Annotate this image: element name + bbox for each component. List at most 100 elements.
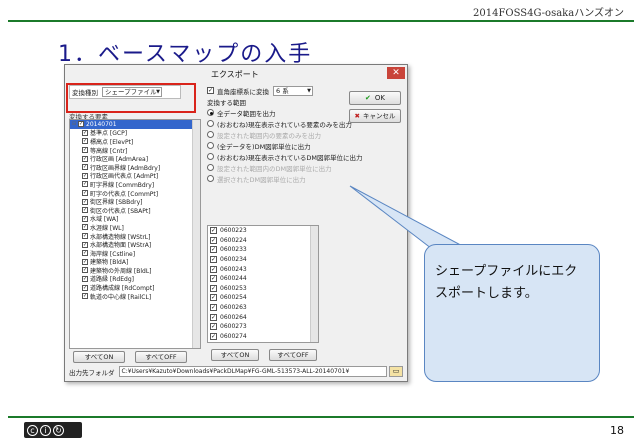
layer-checkbox[interactable]: ✓: [82, 155, 88, 162]
layer-item[interactable]: ✓ 水域 [WA]: [70, 215, 200, 223]
layer-checkbox[interactable]: ✓: [82, 147, 88, 154]
layer-item[interactable]: ✓ 水部構造物面 [WStrA]: [70, 240, 200, 249]
coord-checkbox[interactable]: ✓: [207, 87, 214, 94]
mesh-item[interactable]: ✓ 0600263: [208, 303, 318, 313]
layer-checkbox[interactable]: ✓: [82, 224, 88, 231]
mesh-item[interactable]: ✓ 0600223: [208, 226, 318, 236]
mesh-item[interactable]: ✓ 0600264: [208, 312, 318, 322]
mesh-checkbox[interactable]: ✓: [210, 265, 217, 273]
mesh-checkbox[interactable]: ✓: [210, 227, 217, 235]
range-option-label: 設定された範囲内の要素のみを出力: [217, 131, 321, 140]
layer-checkbox[interactable]: ✓: [82, 241, 88, 248]
layer-checkbox[interactable]: ✓: [82, 258, 88, 265]
layer-checkbox[interactable]: ✓: [82, 138, 88, 145]
layer-checkbox[interactable]: ✓: [78, 121, 84, 128]
mesh-list[interactable]: ✓ 0600223 ✓ 0600224 ✓ 0600233 ✓ 0600234 ✓ 0600243…: [207, 225, 319, 343]
radio-button[interactable]: [207, 164, 214, 171]
mesh-item[interactable]: ✓ 0600273: [208, 322, 318, 332]
layer-item[interactable]: ✓ 等高線 [Cntr]: [70, 146, 200, 155]
mesh-checkbox[interactable]: ✓: [210, 313, 217, 321]
mesh-checkbox[interactable]: ✓: [210, 256, 217, 264]
deselect-all-layers-button[interactable]: すべてOFF: [135, 351, 187, 363]
mesh-checkbox[interactable]: ✓: [210, 294, 217, 302]
mesh-checkbox[interactable]: ✓: [210, 284, 217, 292]
mesh-item[interactable]: ✓ 0600274: [208, 332, 318, 342]
select-all-mesh-button[interactable]: すべてON: [211, 349, 259, 361]
ok-button[interactable]: ✔ OK: [349, 91, 401, 105]
select-all-layers-button[interactable]: すべてON: [73, 351, 125, 363]
mesh-label: 0600263: [220, 304, 247, 312]
mesh-checkbox[interactable]: ✓: [210, 332, 217, 340]
mesh-checkbox[interactable]: ✓: [210, 323, 217, 331]
layer-item[interactable]: ✓ 行政区画代表点 [AdmPt]: [70, 172, 200, 180]
layer-checkbox[interactable]: ✓: [82, 164, 88, 171]
layer-item[interactable]: ✓ 町字の代表点 [CommPt]: [70, 189, 200, 198]
close-icon[interactable]: ✕: [387, 67, 405, 79]
layer-checkbox[interactable]: ✓: [82, 190, 88, 197]
layer-item[interactable]: ✓ 水涯線 [WL]: [70, 223, 200, 232]
mesh-item[interactable]: ✓ 0600233: [208, 245, 318, 255]
mesh-item[interactable]: ✓ 0600224: [208, 236, 318, 246]
layer-item[interactable]: ✓ 建築物 [BldA]: [70, 258, 200, 266]
layer-item[interactable]: ✓ 街区の代表点 [SBAPt]: [70, 206, 200, 215]
output-folder-field[interactable]: C:¥Users¥Kazuto¥Downloads¥PackDLMap¥FG-G…: [118, 366, 387, 377]
layer-item[interactable]: ✓ 水部構造物線 [WStrL]: [70, 232, 200, 241]
range-option[interactable]: 設定された範囲内のDM図郭単位に出力: [207, 162, 403, 173]
mesh-label: 0600274: [220, 332, 247, 340]
layer-scrollbar[interactable]: [192, 120, 200, 348]
layer-item[interactable]: ✓ 海岸線 [Cstline]: [70, 249, 200, 258]
range-option[interactable]: 設定された範囲内の要素のみを出力: [207, 129, 403, 140]
layer-item[interactable]: ⊟ ✓ 20140701: [70, 120, 200, 129]
cancel-button[interactable]: ✖ キャンセル: [349, 109, 401, 123]
range-option[interactable]: 選択されたDM図郭単位に出力: [207, 173, 403, 184]
layer-item[interactable]: ✓ 基準点 [GCP]: [70, 129, 200, 137]
layer-checkbox[interactable]: ✓: [82, 198, 88, 205]
layer-checkbox[interactable]: ✓: [82, 129, 88, 136]
mesh-scrollbar[interactable]: [310, 226, 318, 342]
layer-item[interactable]: ✓ 町字界線 [CommBdry]: [70, 180, 200, 189]
layer-checkbox[interactable]: ✓: [82, 181, 88, 188]
layer-item[interactable]: ✓ 道路構成線 [RdCompt]: [70, 283, 200, 292]
coord-system-select[interactable]: 6 系: [273, 85, 313, 96]
layer-checkbox[interactable]: ✓: [82, 207, 88, 214]
layer-checkbox[interactable]: ✓: [82, 267, 88, 274]
layer-item[interactable]: ✓ 道路縁 [RdEdg]: [70, 275, 200, 283]
mesh-item[interactable]: ✓ 0600254: [208, 293, 318, 303]
mesh-item[interactable]: ✓ 0600244: [208, 274, 318, 284]
by-icon: i: [40, 424, 51, 436]
page-number: 18: [610, 424, 624, 437]
range-option[interactable]: (全データを)DM図郭単位に出力: [207, 140, 403, 151]
mesh-item[interactable]: ✓ 0600234: [208, 255, 318, 265]
layer-item[interactable]: ✓ 街区界線 [SBBdry]: [70, 197, 200, 206]
layer-item[interactable]: ✓ 行政区画 [AdmArea]: [70, 154, 200, 163]
layer-item[interactable]: ✓ 軌道の中心線 [RailCL]: [70, 292, 200, 301]
radio-button[interactable]: [207, 120, 214, 127]
mesh-item[interactable]: ✓ 0600253: [208, 284, 318, 294]
layer-tree[interactable]: ⊟ ✓ 20140701 ✓ 基準点 [GCP] ✓ 標高点 [ElevPt] ✓ 等高線 [C…: [69, 119, 201, 349]
mesh-checkbox[interactable]: ✓: [210, 304, 217, 312]
range-option[interactable]: (おおむね)現在表示されているDM図郭単位に出力: [207, 151, 403, 162]
deselect-all-mesh-button[interactable]: すべてOFF: [269, 349, 317, 361]
event-header: 2014FOSS4G-osakaハンズオン: [473, 8, 624, 19]
layer-checkbox[interactable]: ✓: [82, 215, 88, 222]
radio-button[interactable]: [207, 109, 214, 116]
radio-button[interactable]: [207, 142, 214, 149]
layer-checkbox[interactable]: ✓: [82, 275, 88, 282]
radio-button[interactable]: [207, 153, 214, 160]
layer-checkbox[interactable]: ✓: [82, 250, 88, 257]
layer-item[interactable]: ✓ 標高点 [ElevPt]: [70, 137, 200, 146]
layer-checkbox[interactable]: ✓: [82, 172, 88, 179]
layer-checkbox[interactable]: ✓: [82, 233, 88, 240]
radio-button[interactable]: [207, 131, 214, 138]
layer-item[interactable]: ✓ 建築物の外周線 [BldL]: [70, 266, 200, 275]
mesh-checkbox[interactable]: ✓: [210, 246, 217, 254]
mesh-checkbox[interactable]: ✓: [210, 236, 217, 244]
mesh-item[interactable]: ✓ 0600243: [208, 264, 318, 274]
folder-icon[interactable]: ▭: [389, 366, 403, 377]
layer-item[interactable]: ✓ 行政区画界線 [AdmBdry]: [70, 163, 200, 172]
radio-button[interactable]: [207, 175, 214, 182]
layer-label: 20140701: [86, 120, 117, 128]
layer-checkbox[interactable]: ✓: [82, 284, 88, 291]
mesh-checkbox[interactable]: ✓: [210, 275, 217, 283]
layer-checkbox[interactable]: ✓: [82, 293, 88, 300]
